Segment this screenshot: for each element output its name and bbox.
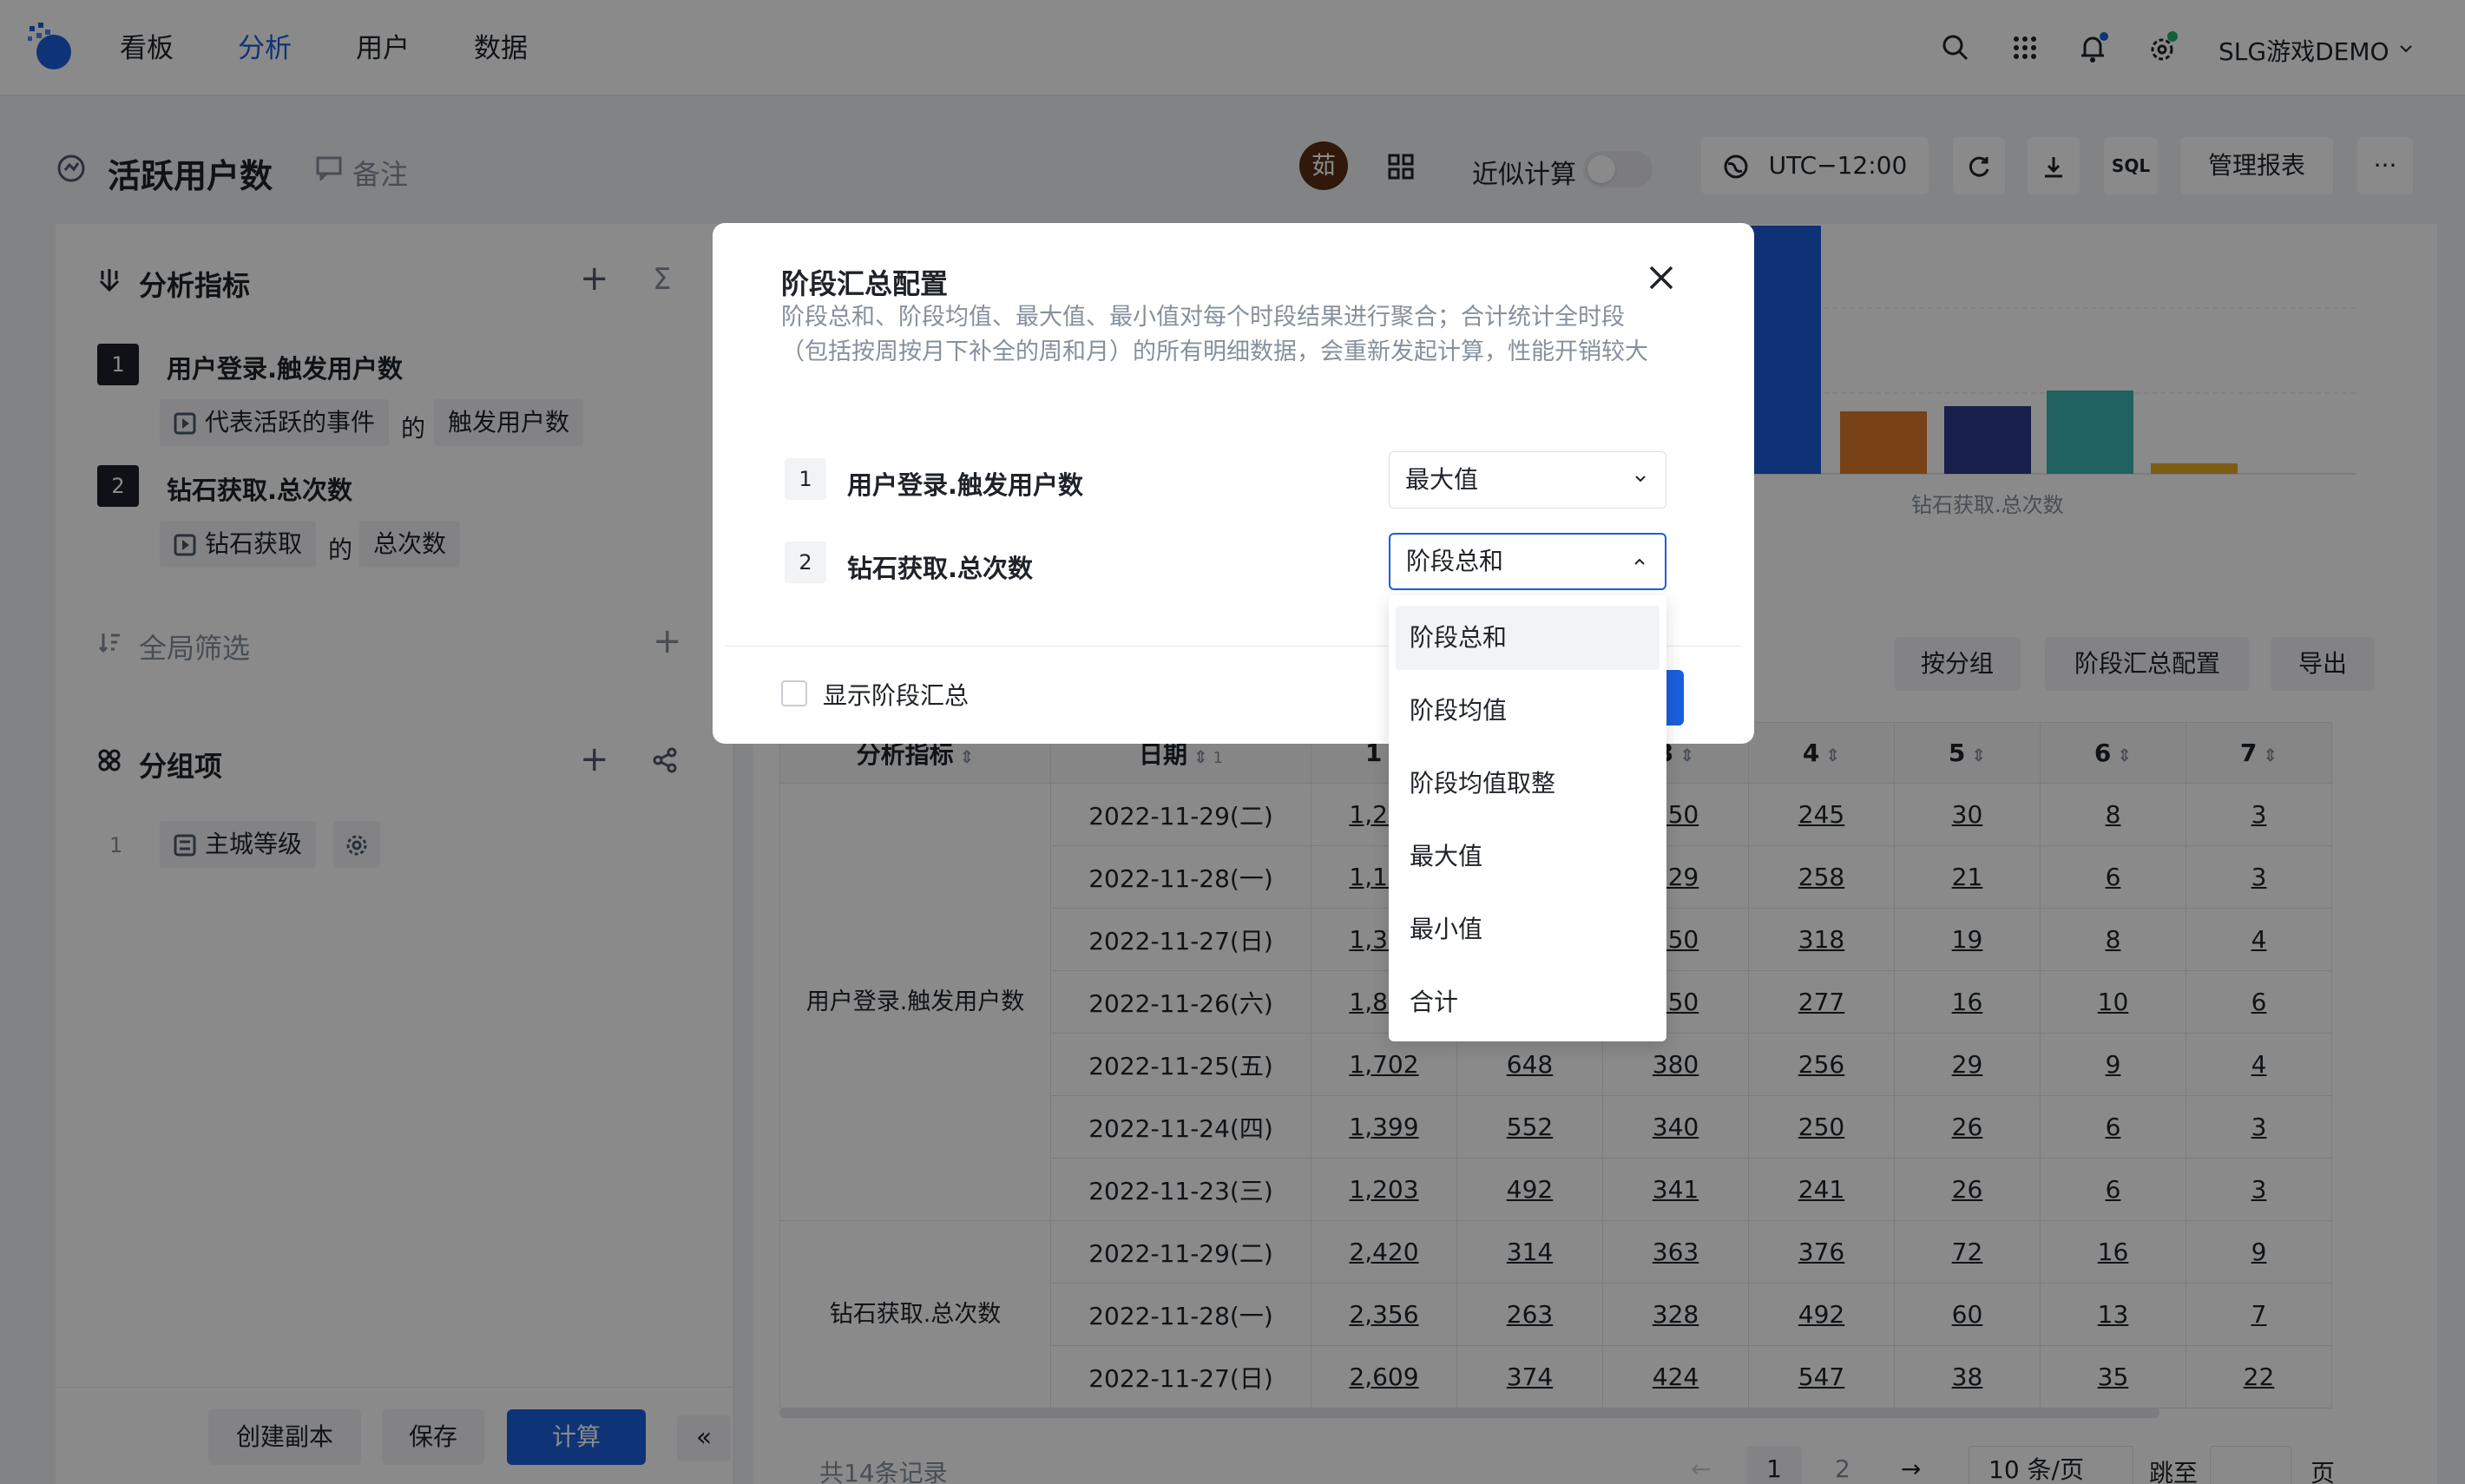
modal-title: 阶段汇总配置 — [781, 267, 949, 300]
dropdown-option[interactable]: 阶段总和 — [1396, 606, 1660, 670]
dropdown-option[interactable]: 最小值 — [1396, 897, 1660, 962]
show-summary-label[interactable]: 显示阶段汇总 — [823, 677, 969, 712]
aggregation-select-value: 最大值 — [1405, 465, 1479, 494]
dropdown-option[interactable]: 合计 — [1396, 970, 1660, 1034]
chevron-down-icon — [1635, 476, 1646, 483]
aggregation-select-1[interactable]: 最大值 — [1389, 451, 1666, 509]
dropdown-option[interactable]: 最大值 — [1396, 824, 1660, 889]
modal-row-index: 2 — [785, 542, 826, 583]
aggregation-select-value: 阶段总和 — [1406, 547, 1504, 575]
aggregation-dropdown: 阶段总和阶段均值阶段均值取整 最大值最小值合计 — [1389, 595, 1666, 1041]
close-icon[interactable] — [1646, 262, 1677, 293]
modal-row-index: 1 — [785, 458, 826, 500]
show-summary-checkbox[interactable] — [781, 680, 807, 706]
modal-row-name: 钻石获取.总次数 — [847, 554, 1034, 583]
dropdown-option[interactable]: 阶段均值 — [1396, 679, 1660, 743]
dropdown-option[interactable]: 阶段均值取整 — [1396, 752, 1660, 816]
modal-description: 阶段总和、阶段均值、最大值、最小值对每个时段结果进行聚合；合计统计全时段（包括按… — [781, 304, 1648, 365]
modal-row-name: 用户登录.触发用户数 — [847, 470, 1084, 500]
chevron-up-icon — [1634, 558, 1645, 565]
aggregation-select-2[interactable]: 阶段总和 — [1389, 533, 1666, 590]
